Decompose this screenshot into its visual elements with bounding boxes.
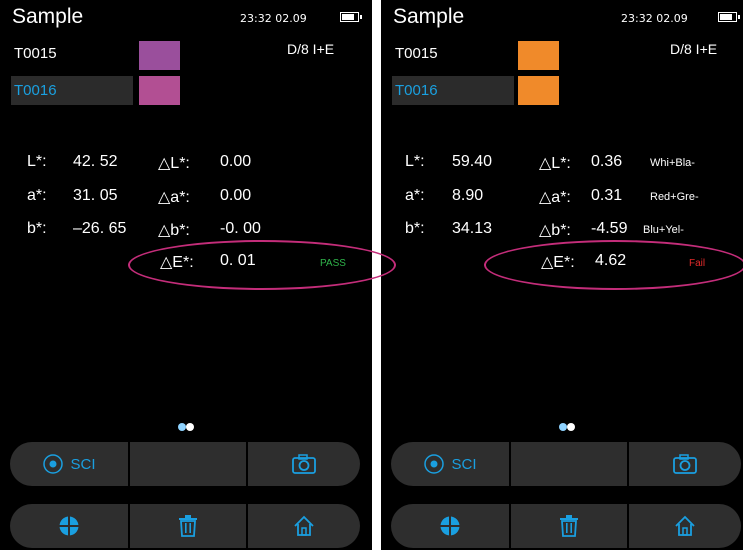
delta-a-hint: Red+Gre- bbox=[650, 191, 699, 203]
delta-l-value: 0.00 bbox=[220, 153, 252, 170]
function-button-bar: SCI bbox=[391, 442, 741, 486]
camera-button[interactable] bbox=[629, 442, 741, 486]
sample-row-t0016[interactable]: T0016 bbox=[395, 82, 438, 99]
page-indicator[interactable] bbox=[178, 423, 194, 431]
b-label: b*: bbox=[405, 220, 425, 237]
battery-icon bbox=[718, 12, 740, 22]
sample-swatch-t0016 bbox=[518, 76, 559, 105]
delta-e-highlight-right bbox=[484, 240, 743, 290]
home-icon bbox=[675, 515, 695, 536]
blank-button[interactable] bbox=[130, 442, 246, 486]
sci-label: SCI bbox=[70, 455, 96, 473]
navigation-button-bar bbox=[10, 504, 360, 548]
delta-a-label: △a*: bbox=[158, 189, 190, 206]
sample-swatch-t0016 bbox=[139, 76, 180, 105]
sci-target-icon bbox=[43, 454, 64, 474]
sci-label: SCI bbox=[451, 455, 477, 473]
delta-a-value: 0.31 bbox=[591, 187, 623, 204]
a-label: a*: bbox=[27, 187, 47, 204]
sci-target-icon bbox=[424, 454, 445, 474]
clock: 23:32 02.09 bbox=[621, 12, 688, 25]
sci-button[interactable]: SCI bbox=[10, 442, 128, 486]
navigation-button-bar bbox=[391, 504, 741, 548]
measure-button[interactable] bbox=[391, 504, 509, 548]
camera-button[interactable] bbox=[248, 442, 360, 486]
delta-b-value: -4.59 bbox=[591, 220, 628, 237]
screen-title: Sample bbox=[12, 5, 84, 28]
l-label: L*: bbox=[405, 153, 425, 170]
function-button-bar: SCI bbox=[10, 442, 360, 486]
camera-icon bbox=[673, 454, 697, 474]
crosshair-icon bbox=[440, 516, 460, 536]
home-button[interactable] bbox=[248, 504, 360, 548]
l-value: 42. 52 bbox=[73, 153, 118, 170]
camera-icon bbox=[292, 454, 316, 474]
delta-l-value: 0.36 bbox=[591, 153, 623, 170]
trash-icon bbox=[179, 515, 197, 537]
page-indicator[interactable] bbox=[559, 423, 575, 431]
l-label: L*: bbox=[27, 153, 47, 170]
blank-button[interactable] bbox=[511, 442, 627, 486]
crosshair-icon bbox=[59, 516, 79, 536]
trash-icon bbox=[560, 515, 578, 537]
l-value: 59.40 bbox=[452, 153, 493, 170]
delta-l-label: △L*: bbox=[158, 155, 190, 172]
b-value: 34.13 bbox=[452, 220, 493, 237]
home-button[interactable] bbox=[629, 504, 741, 548]
a-label: a*: bbox=[405, 187, 425, 204]
delta-a-label: △a*: bbox=[539, 189, 571, 206]
sample-row-t0015[interactable]: T0015 bbox=[395, 45, 438, 62]
delta-b-value: -0. 00 bbox=[220, 220, 261, 237]
a-value: 8.90 bbox=[452, 187, 484, 204]
page-dot-2 bbox=[567, 423, 575, 431]
battery-icon bbox=[340, 12, 362, 22]
delete-button[interactable] bbox=[511, 504, 627, 548]
delta-e-highlight-left bbox=[128, 240, 396, 290]
sample-swatch-t0015 bbox=[518, 41, 559, 70]
geometry-mode: D/8 I+E bbox=[287, 41, 335, 57]
a-value: 31. 05 bbox=[73, 187, 118, 204]
delta-a-value: 0.00 bbox=[220, 187, 252, 204]
page-dot-2 bbox=[186, 423, 194, 431]
sample-row-t0015[interactable]: T0015 bbox=[14, 45, 57, 62]
sample-swatch-t0015 bbox=[139, 41, 180, 70]
home-icon bbox=[294, 515, 314, 536]
sci-button[interactable]: SCI bbox=[391, 442, 509, 486]
b-label: b*: bbox=[27, 220, 47, 237]
geometry-mode: D/8 I+E bbox=[670, 41, 718, 57]
sample-row-t0016[interactable]: T0016 bbox=[14, 82, 57, 99]
clock: 23:32 02.09 bbox=[240, 12, 307, 25]
delta-l-label: △L*: bbox=[539, 155, 571, 172]
delta-b-hint: Blu+Yel- bbox=[643, 224, 684, 236]
delta-l-hint: Whi+Bla- bbox=[650, 157, 695, 169]
page-dot-1 bbox=[178, 423, 186, 431]
delete-button[interactable] bbox=[130, 504, 246, 548]
delta-b-label: △b*: bbox=[539, 222, 571, 239]
b-value: –26. 65 bbox=[73, 220, 127, 237]
page-dot-1 bbox=[559, 423, 567, 431]
measure-button[interactable] bbox=[10, 504, 128, 548]
delta-b-label: △b*: bbox=[158, 222, 190, 239]
screen-title: Sample bbox=[393, 5, 465, 28]
